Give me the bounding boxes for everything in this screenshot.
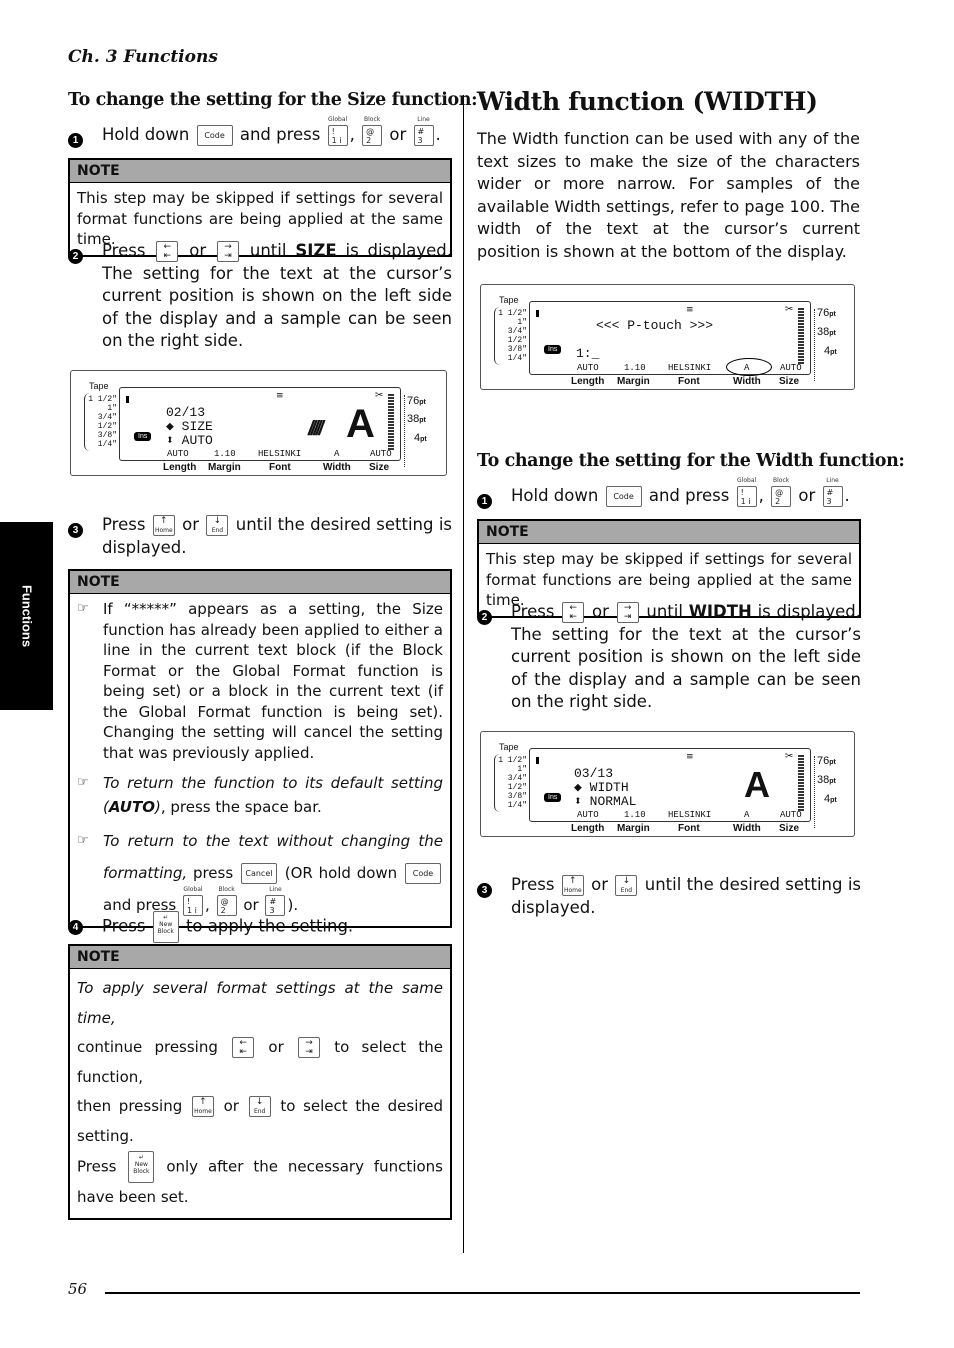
note-item: ☞ If “*****” appears as a setting, the Si…	[77, 600, 443, 762]
code-key: Code	[605, 486, 642, 507]
size-step-3: 3 Press ↑ Home or ↓ End until the desired …	[68, 514, 452, 559]
chapter-title: Ch. 3 Functions	[68, 47, 218, 67]
cut-icon: ✂	[785, 304, 794, 315]
size-note-2: NOTE ☞ If “*****” appears as a setting, t…	[68, 569, 452, 928]
new-block-enter-key: ↵ New Block	[128, 1151, 155, 1183]
pointing-hand-icon: ☞	[77, 601, 89, 616]
right-arrow-key: → ⇥	[217, 241, 239, 262]
page-number: 56	[68, 1280, 88, 1298]
line-3-key: Line #3	[822, 477, 843, 507]
size-note-3: NOTE To apply several format settings at…	[68, 944, 452, 1220]
block-2-key: Block @2	[771, 477, 792, 507]
width-heading: To change the setting for the Width func…	[477, 451, 905, 471]
cut-icon: ✂	[785, 751, 794, 762]
home-key: ↑ Home	[561, 875, 584, 896]
global-1-key: Global! 1 i	[736, 477, 757, 507]
note-title: NOTE	[70, 160, 450, 183]
left-arrow-key: ← ⇤	[562, 602, 585, 623]
global-1-key: Global! 1 i	[327, 116, 348, 146]
width-step-2: 2 Press ← ⇤ or → ⇥ until WIDTH is displaye…	[477, 601, 861, 714]
tape-scale: 1 1/2" 1" 3/4" 1/2" 3/8" 1/4"	[84, 393, 120, 451]
size-heading: To change the setting for the Size funct…	[68, 90, 478, 110]
left-arrow-key: ← ⇤	[156, 241, 179, 262]
new-block-enter-key: ↵ New Block	[152, 911, 179, 943]
width-step-3: 3 Press ↑ Home or ↓ End until the desired …	[477, 874, 861, 919]
align-icon: ≡	[686, 305, 694, 315]
cut-icon: ✂	[375, 390, 384, 401]
side-tab-label: Functions	[19, 584, 34, 648]
lcd-display-width-setting: Tape 1 1/2" 1" 3/4" 1/2" 3/8" 1/4" ≡ ✂ 03/13 …	[480, 731, 855, 837]
code-key: Code	[404, 863, 441, 884]
block-2-key: Block @2	[362, 116, 383, 146]
size-step-2: 2 Press ← ⇤ or → ⇥ until SIZE is displayed…	[68, 240, 452, 353]
end-key: ↓ End	[206, 515, 229, 536]
left-arrow-key: ← ⇤	[232, 1037, 255, 1058]
align-icon: ≡	[276, 391, 284, 401]
column-divider	[463, 95, 464, 1253]
lcd-display-width-current: Tape 1 1/2" 1" 3/4" 1/2" 3/8" 1/4" ≡ ✂ <<< P-…	[480, 284, 855, 390]
width-intro: The Width function can be used with any …	[477, 129, 860, 261]
right-arrow-key: → ⇥	[616, 602, 639, 623]
lcd-display-size: Tape 1 1/2" 1" 3/4" 1/2" 3/8" 1/4" ≡ ✂ 02/13 …	[70, 370, 447, 476]
footer-rule	[105, 1292, 860, 1294]
line-3-key: Line #3	[413, 116, 434, 146]
cancel-key: Cancel	[240, 863, 277, 884]
size-step-4: 4 Press ↵ New Block to apply the setting.	[68, 911, 452, 943]
note-item: ☞ To return to the text without changing …	[77, 825, 443, 921]
note-item: ☞ To return the function to its default s…	[77, 771, 443, 819]
width-section-title: Width function (WIDTH)	[477, 87, 818, 116]
side-tab: Functions	[0, 522, 53, 710]
home-key: ↑ Home	[152, 515, 175, 536]
pointing-hand-icon: ☞	[77, 833, 89, 848]
step-number: 1	[68, 133, 83, 148]
home-key: ↑ Home	[191, 1096, 214, 1117]
lcd-screen: ≡ ✂ 02/13 ◆ SIZE ⬍ AUTO Ins ///// A AUTO…	[119, 387, 401, 461]
size-step-1: 1 Hold down Code and press Global! 1 i, B…	[68, 116, 452, 150]
pointing-hand-icon: ☞	[77, 775, 89, 790]
end-key: ↓ End	[615, 875, 638, 896]
width-step-1: 1 Hold down Code and press Global! 1 i, B…	[477, 477, 861, 511]
right-arrow-key: → ⇥	[298, 1037, 320, 1058]
end-key: ↓ End	[248, 1096, 271, 1117]
align-icon: ≡	[686, 752, 694, 762]
code-key: Code	[196, 125, 233, 146]
